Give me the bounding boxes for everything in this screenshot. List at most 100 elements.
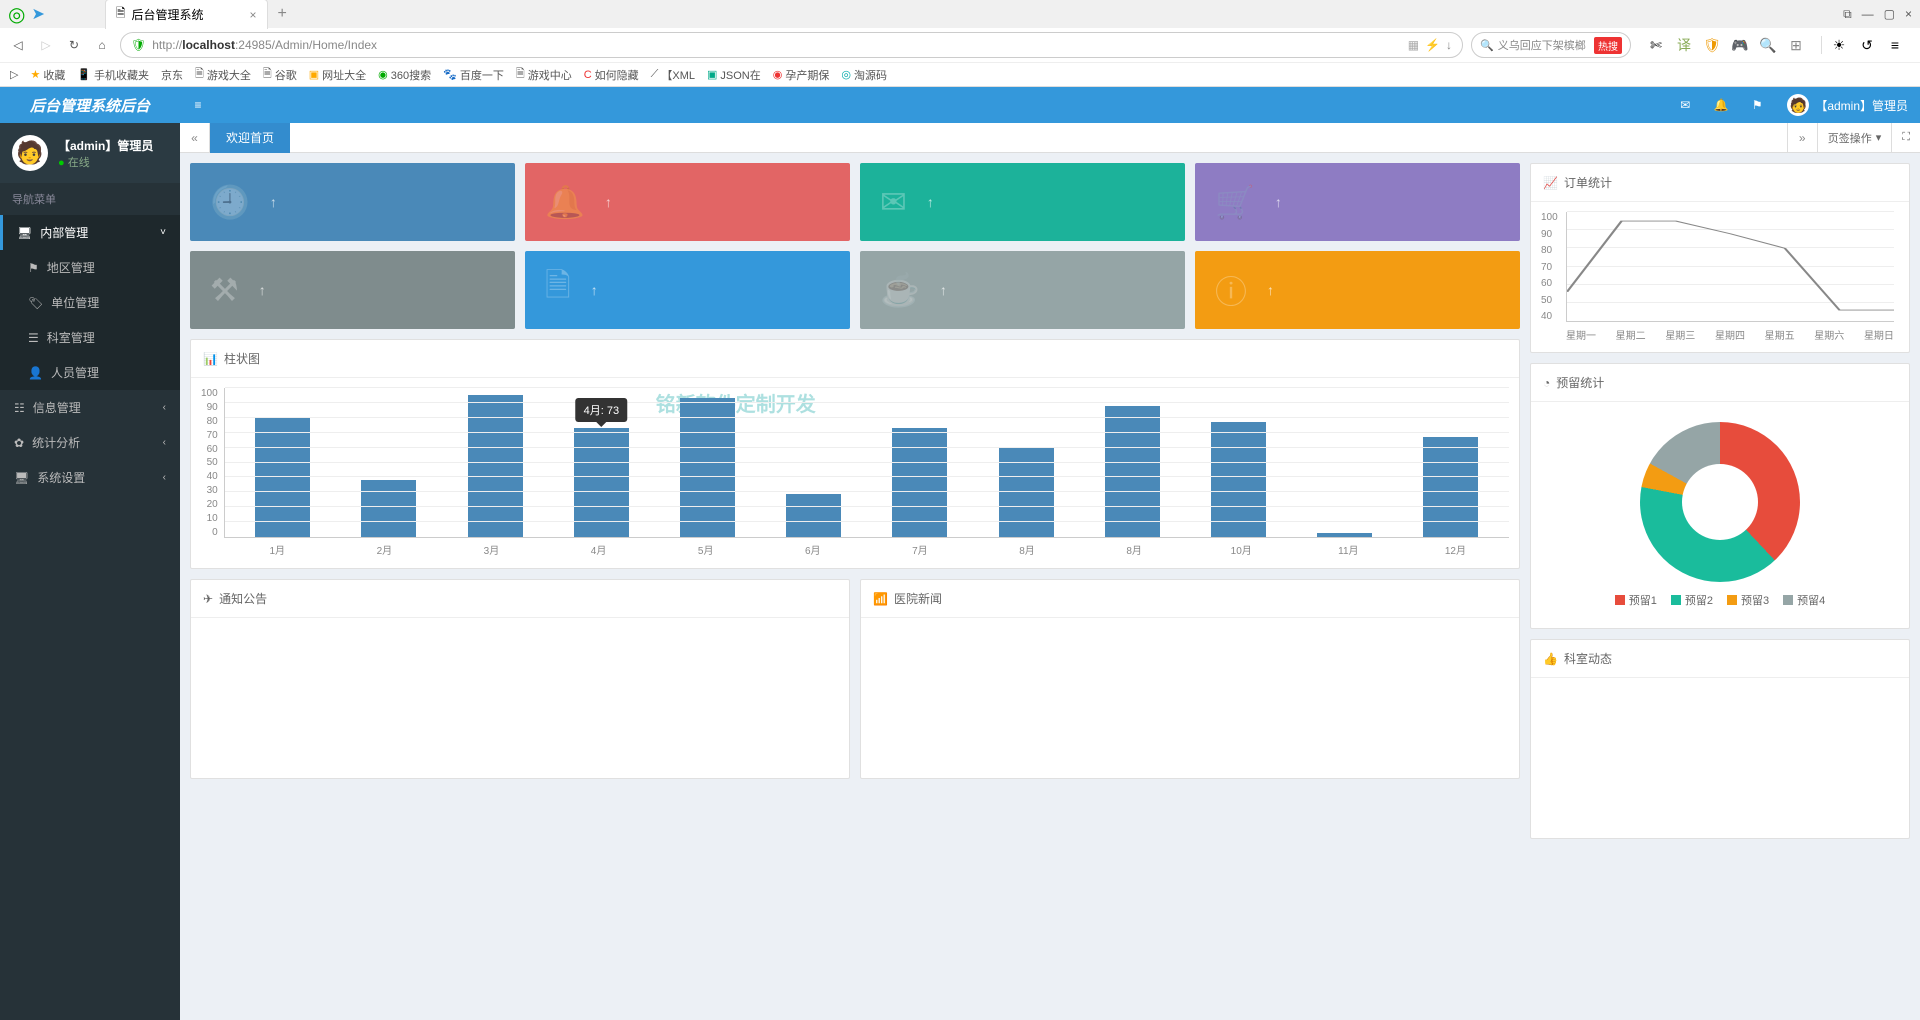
nav-item-stats[interactable]: ✿统计分析‹ xyxy=(0,425,180,460)
bookmark-item[interactable]: ▣网址大全 xyxy=(309,67,366,83)
home-button[interactable]: ⌂ xyxy=(92,35,112,55)
translate-icon[interactable]: 译 xyxy=(1675,36,1693,54)
tile-gavel[interactable]: ⚒↑ xyxy=(190,251,515,329)
bookmark-item[interactable]: 🗎游戏中心 xyxy=(516,65,572,84)
bookmark-item[interactable]: ⟋【XML xyxy=(651,67,695,83)
tab-next-button[interactable]: » xyxy=(1787,123,1817,153)
legend-label: 预留3 xyxy=(1741,592,1769,608)
send-icon: ✈ xyxy=(203,592,213,606)
flash-icon[interactable]: ⚡ xyxy=(1425,38,1440,52)
bookmark-item[interactable]: ◉孕产期保 xyxy=(773,67,830,83)
legend-label: 预留2 xyxy=(1685,592,1713,608)
maximize-icon[interactable]: ▢ xyxy=(1884,7,1895,22)
address-bar[interactable]: 🛡 http://localhost:24985/Admin/Home/Inde… xyxy=(120,32,1463,58)
gear-icon: ✿ xyxy=(14,436,24,450)
bookmark-item[interactable]: 京东 xyxy=(161,67,183,83)
nav-item-label: 科室管理 xyxy=(47,329,95,346)
bar-5月[interactable] xyxy=(680,398,735,537)
bar-8月[interactable] xyxy=(1105,406,1160,537)
flag-icon: ⚑ xyxy=(28,261,39,275)
search-small-icon[interactable]: 🔍 xyxy=(1759,36,1777,54)
nav-sub-dept[interactable]: ☰ 科室管理 xyxy=(0,320,180,355)
bar-2月[interactable] xyxy=(361,480,416,537)
mail-icon[interactable]: ✉ xyxy=(1667,87,1703,123)
mail-icon: ✉ xyxy=(880,183,907,221)
shield-orange-icon[interactable]: 🛡 xyxy=(1703,36,1721,54)
page-tab-welcome[interactable]: 欢迎首页 xyxy=(210,123,290,153)
browser-tab[interactable]: 🗎 后台管理系统 × xyxy=(105,0,268,29)
nav-arrow-icon[interactable]: ➤ xyxy=(31,4,44,24)
bar-10月[interactable] xyxy=(1211,422,1266,537)
list-icon: ☰ xyxy=(28,331,39,345)
nav-sub-region[interactable]: ⚑ 地区管理 xyxy=(0,250,180,285)
bar-11月[interactable] xyxy=(1317,533,1372,537)
arrow-up-icon: ↑ xyxy=(270,194,277,210)
minimize-icon[interactable]: — xyxy=(1862,7,1874,22)
bookmark-expand-icon[interactable]: ▷ xyxy=(10,68,18,81)
legend-swatch xyxy=(1615,595,1625,605)
chevron-left-icon: ‹ xyxy=(163,437,166,448)
game-icon[interactable]: 🎮 xyxy=(1731,36,1749,54)
bookmark-item[interactable]: 📱手机收藏夹 xyxy=(77,67,149,83)
panel-title: 订单统计 xyxy=(1564,174,1612,191)
menu-icon[interactable]: ≡ xyxy=(1886,36,1904,54)
tile-info[interactable]: ⓘ↑ xyxy=(1195,251,1520,329)
close-window-icon[interactable]: × xyxy=(1905,7,1912,22)
sidebar-user-block: 🧑 【admin】管理员 ● 在线 xyxy=(0,123,180,183)
bookmark-item[interactable]: C如何隐藏 xyxy=(584,67,639,83)
legend-item[interactable]: 预留2 xyxy=(1671,592,1713,608)
nav-item-info[interactable]: ☷信息管理‹ xyxy=(0,390,180,425)
bar-1月[interactable] xyxy=(255,418,310,537)
hamburger-button[interactable]: ≡ xyxy=(180,87,216,123)
nav-sub-person[interactable]: 👤人员管理 xyxy=(0,355,180,390)
tile-bell[interactable]: 🔔↑ xyxy=(525,163,850,241)
bookmark-item[interactable]: 🐾百度一下 xyxy=(443,67,504,83)
tile-mail[interactable]: ✉↑ xyxy=(860,163,1185,241)
line-x-axis: 星期一星期二星期三星期四星期五星期六星期日 xyxy=(1566,327,1894,342)
bookmark-item[interactable]: ▣JSON在 xyxy=(707,67,761,83)
sidebar-username: 【admin】管理员 xyxy=(58,137,153,154)
close-icon[interactable]: × xyxy=(250,8,257,22)
bookmark-item[interactable]: ★收藏 xyxy=(30,67,65,83)
legend-item[interactable]: 预留1 xyxy=(1615,592,1657,608)
bookmark-item[interactable]: 🗎谷歌 xyxy=(263,65,297,84)
new-tab-button[interactable]: + xyxy=(278,5,287,23)
panel-title: 预留统计 xyxy=(1556,374,1604,391)
bell-icon[interactable]: 🔔 xyxy=(1703,87,1739,123)
legend-label: 预留1 xyxy=(1629,592,1657,608)
tile-cart[interactable]: 🛒↑ xyxy=(1195,163,1520,241)
download-icon[interactable]: ↓ xyxy=(1446,38,1452,52)
nav-item-label: 地区管理 xyxy=(47,259,95,276)
legend-item[interactable]: 预留3 xyxy=(1727,592,1769,608)
nav-item-internal[interactable]: 🖥 内部管理 ˅ xyxy=(0,215,180,250)
nav-sub-unit[interactable]: 🏷单位管理 xyxy=(0,285,180,320)
extension-icon[interactable]: ⧉ xyxy=(1843,7,1852,22)
sun-icon[interactable]: ☀ xyxy=(1830,36,1848,54)
fullscreen-button[interactable]: ⛶ xyxy=(1891,123,1920,153)
qr-icon[interactable]: ▦ xyxy=(1408,38,1419,52)
legend-item[interactable]: 预留4 xyxy=(1783,592,1825,608)
forward-button[interactable]: ▷ xyxy=(36,35,56,55)
tile-clock[interactable]: 🕘↑ xyxy=(190,163,515,241)
scissors-icon[interactable]: ✄ xyxy=(1647,36,1665,54)
tabbar: « 欢迎首页 » 页签操作▾ ⛶ xyxy=(180,123,1920,153)
bookmark-item[interactable]: 🗎游戏大全 xyxy=(195,65,251,84)
reload-button[interactable]: ↻ xyxy=(64,35,84,55)
back-button[interactable]: ◁ xyxy=(8,35,28,55)
grid-icon[interactable]: ⊞ xyxy=(1787,36,1805,54)
tile-file[interactable]: 🗎↑ xyxy=(525,251,850,329)
bookmark-item[interactable]: ◉360搜索 xyxy=(378,67,431,83)
nav-item-settings[interactable]: 🖥系统设置‹ xyxy=(0,460,180,495)
bookmark-item[interactable]: ◎淘源码 xyxy=(841,67,887,83)
hot-badge: 热搜 xyxy=(1594,37,1622,54)
topbar: ≡ ✉ 🔔 ⚑ 🧑 【admin】管理员 xyxy=(180,87,1920,123)
tab-ops-button[interactable]: 页签操作▾ xyxy=(1817,123,1892,153)
topbar-user[interactable]: 🧑 【admin】管理员 xyxy=(1775,94,1920,116)
flag-icon[interactable]: ⚑ xyxy=(1739,87,1775,123)
search-input[interactable]: 🔍 义乌回应下架槟榔 热搜 xyxy=(1471,32,1631,58)
dept-news-panel: 👍科室动态 xyxy=(1530,639,1910,839)
bar-6月[interactable] xyxy=(786,494,841,537)
tab-prev-button[interactable]: « xyxy=(180,123,210,153)
tile-coffee[interactable]: ☕↑ xyxy=(860,251,1185,329)
restore-icon[interactable]: ↺ xyxy=(1858,36,1876,54)
